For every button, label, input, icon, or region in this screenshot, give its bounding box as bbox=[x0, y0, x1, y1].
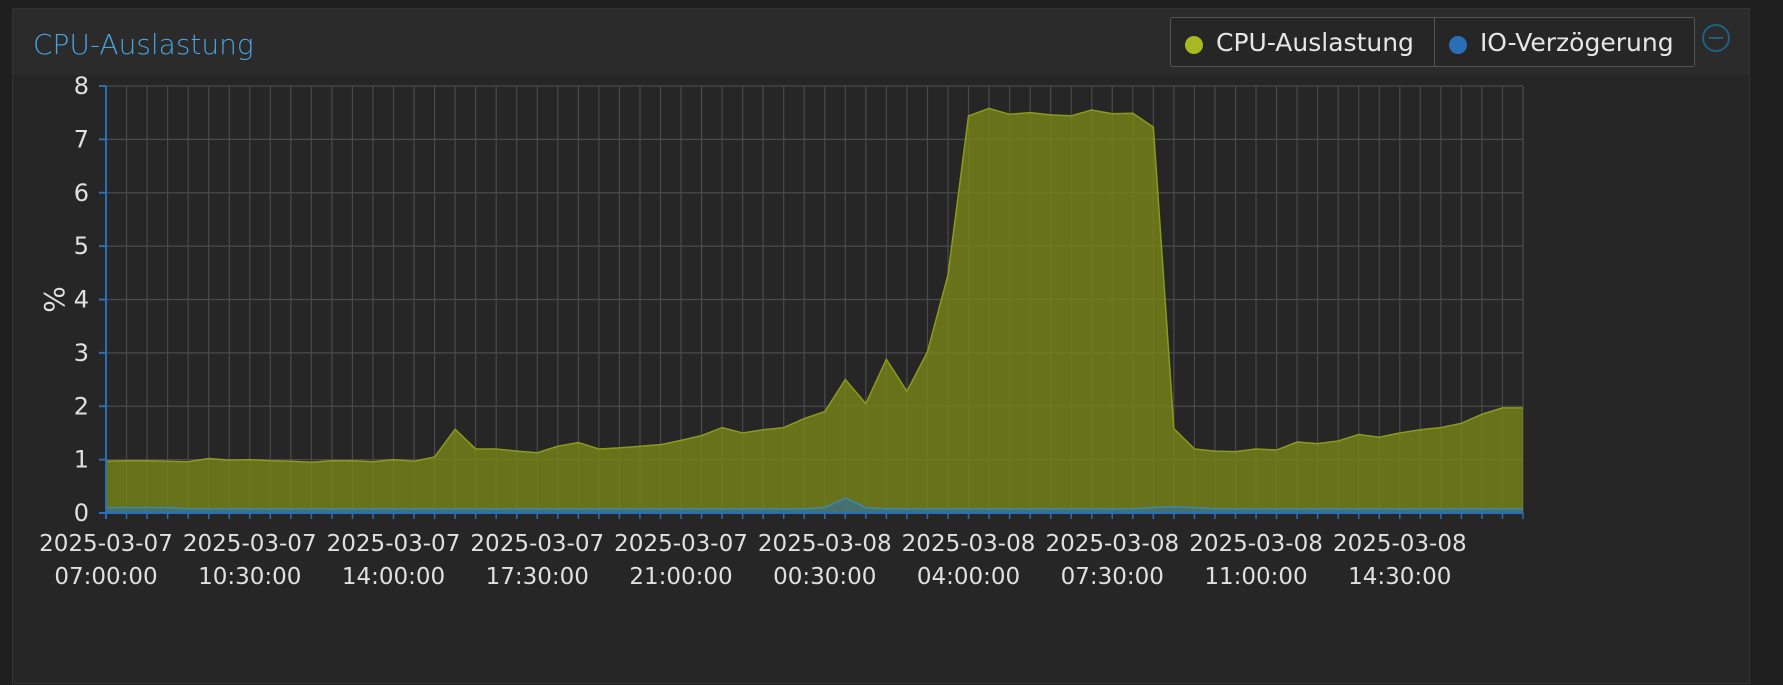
x-tick-label-date: 2025-03-08 bbox=[1189, 531, 1323, 557]
x-tick-label-date: 2025-03-08 bbox=[1333, 531, 1467, 557]
x-tick-label-time: 04:00:00 bbox=[917, 564, 1020, 590]
x-tick-label-date: 2025-03-07 bbox=[614, 531, 748, 557]
y-tick-label: 3 bbox=[74, 339, 89, 367]
x-tick-label-date: 2025-03-08 bbox=[902, 531, 1036, 557]
x-tick-label-time: 14:00:00 bbox=[342, 564, 445, 590]
y-axis-label: % bbox=[38, 286, 71, 313]
y-tick-label: 5 bbox=[74, 232, 89, 260]
legend-dot-cpu-icon bbox=[1185, 36, 1203, 54]
y-tick-label: 7 bbox=[74, 125, 89, 153]
x-tick-label-time: 00:30:00 bbox=[773, 564, 876, 590]
y-tick-label: 1 bbox=[74, 446, 89, 474]
chart-legend: CPU-Auslastung IO-Verzögerung bbox=[1170, 17, 1695, 67]
y-tick-label: 2 bbox=[74, 392, 89, 420]
x-tick-label-date: 2025-03-07 bbox=[39, 531, 173, 557]
legend-item-io[interactable]: IO-Verzögerung bbox=[1433, 18, 1694, 66]
series-line-cpu bbox=[105, 107, 1523, 464]
legend-dot-io-icon bbox=[1448, 36, 1467, 54]
legend-label-cpu: CPU-Auslastung bbox=[1216, 27, 1414, 57]
x-tick-label-time: 07:00:00 bbox=[54, 564, 157, 590]
x-tick-label-time: 17:30:00 bbox=[486, 564, 589, 590]
y-tick-label: 8 bbox=[74, 75, 89, 100]
x-tick-label-time: 21:00:00 bbox=[629, 564, 732, 590]
y-tick-label: 6 bbox=[74, 179, 89, 207]
x-tick-label-date: 2025-03-08 bbox=[1045, 531, 1179, 557]
cpu-usage-chart: 0 1 2 3 4 5 6 7 8 2025-03-07 07:00:00 2025-03-07 10:… bbox=[38, 75, 1524, 590]
cpu-usage-panel: CPU-Auslastung CPU-Auslastung IO-Verzöge… bbox=[12, 8, 1750, 684]
collapse-button-minus-circle-icon[interactable] bbox=[1702, 24, 1730, 52]
panel-header: CPU-Auslastung CPU-Auslastung IO-Verzöge… bbox=[13, 9, 1749, 76]
x-tick-label-time: 07:30:00 bbox=[1061, 564, 1164, 590]
x-tick-label-time: 10:30:00 bbox=[198, 564, 301, 590]
x-tick-label-time: 11:00:00 bbox=[1204, 564, 1307, 590]
legend-label-io: IO-Verzögerung bbox=[1479, 27, 1674, 57]
x-tick-label-date: 2025-03-07 bbox=[470, 531, 604, 557]
x-tick-label-date: 2025-03-07 bbox=[327, 531, 461, 557]
y-tick-label: 0 bbox=[74, 499, 89, 527]
plot-area: 0 1 2 3 4 5 6 7 8 2025-03-07 07:00:00 2025-03-07 10:… bbox=[13, 75, 1749, 683]
panel-title: CPU-Auslastung bbox=[33, 28, 254, 61]
x-tick-label-date: 2025-03-08 bbox=[758, 531, 892, 557]
x-tick-label-date: 2025-03-07 bbox=[183, 531, 317, 557]
legend-item-cpu[interactable]: CPU-Auslastung bbox=[1171, 18, 1434, 66]
x-tick-label-time: 14:30:00 bbox=[1348, 564, 1451, 590]
series-area-cpu bbox=[106, 108, 1523, 514]
y-tick-label: 4 bbox=[74, 286, 89, 314]
